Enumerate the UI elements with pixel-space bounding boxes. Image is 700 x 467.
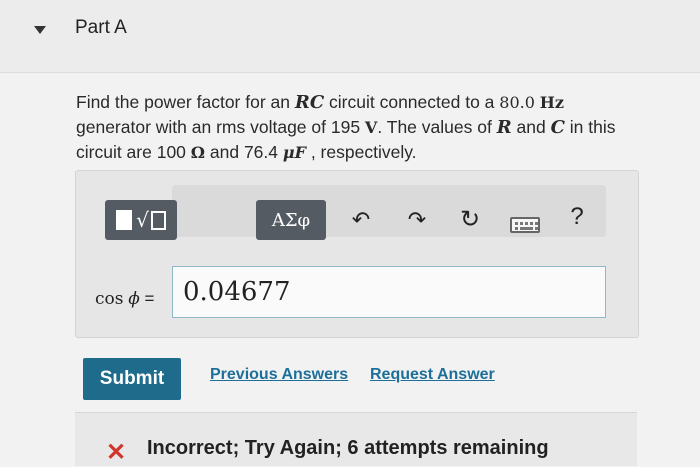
templates-button[interactable]: √ (105, 200, 177, 240)
answer-input[interactable]: 0.04677 (172, 266, 606, 318)
template-box-icon (150, 210, 166, 230)
submit-button[interactable]: Submit (83, 358, 181, 400)
previous-answers-link[interactable]: Previous Answers (210, 366, 348, 384)
undo-arrow-icon[interactable]: ↶ (348, 207, 374, 233)
part-header[interactable]: Part A (0, 0, 700, 73)
math-toolbar (172, 185, 606, 237)
symbols-button[interactable]: ΑΣφ (256, 200, 326, 240)
collapse-caret-icon[interactable] (34, 26, 46, 34)
redo-arrow-icon[interactable]: ↷ (404, 207, 430, 233)
help-button[interactable]: ? (566, 203, 588, 231)
template-square-icon (116, 210, 133, 230)
part-title: Part A (75, 17, 127, 38)
keyboard-icon[interactable] (510, 217, 540, 233)
radical-template-icon: √ (136, 208, 149, 232)
reset-icon[interactable]: ↻ (457, 205, 483, 234)
equation-label: cos ϕ = (95, 289, 155, 309)
question-text: Find the power factor for an RC circuit … (76, 92, 616, 162)
feedback-text: Incorrect; Try Again; 6 attempts remaini… (147, 437, 549, 459)
x-icon: ✕ (106, 439, 127, 466)
request-answer-link[interactable]: Request Answer (370, 366, 495, 384)
